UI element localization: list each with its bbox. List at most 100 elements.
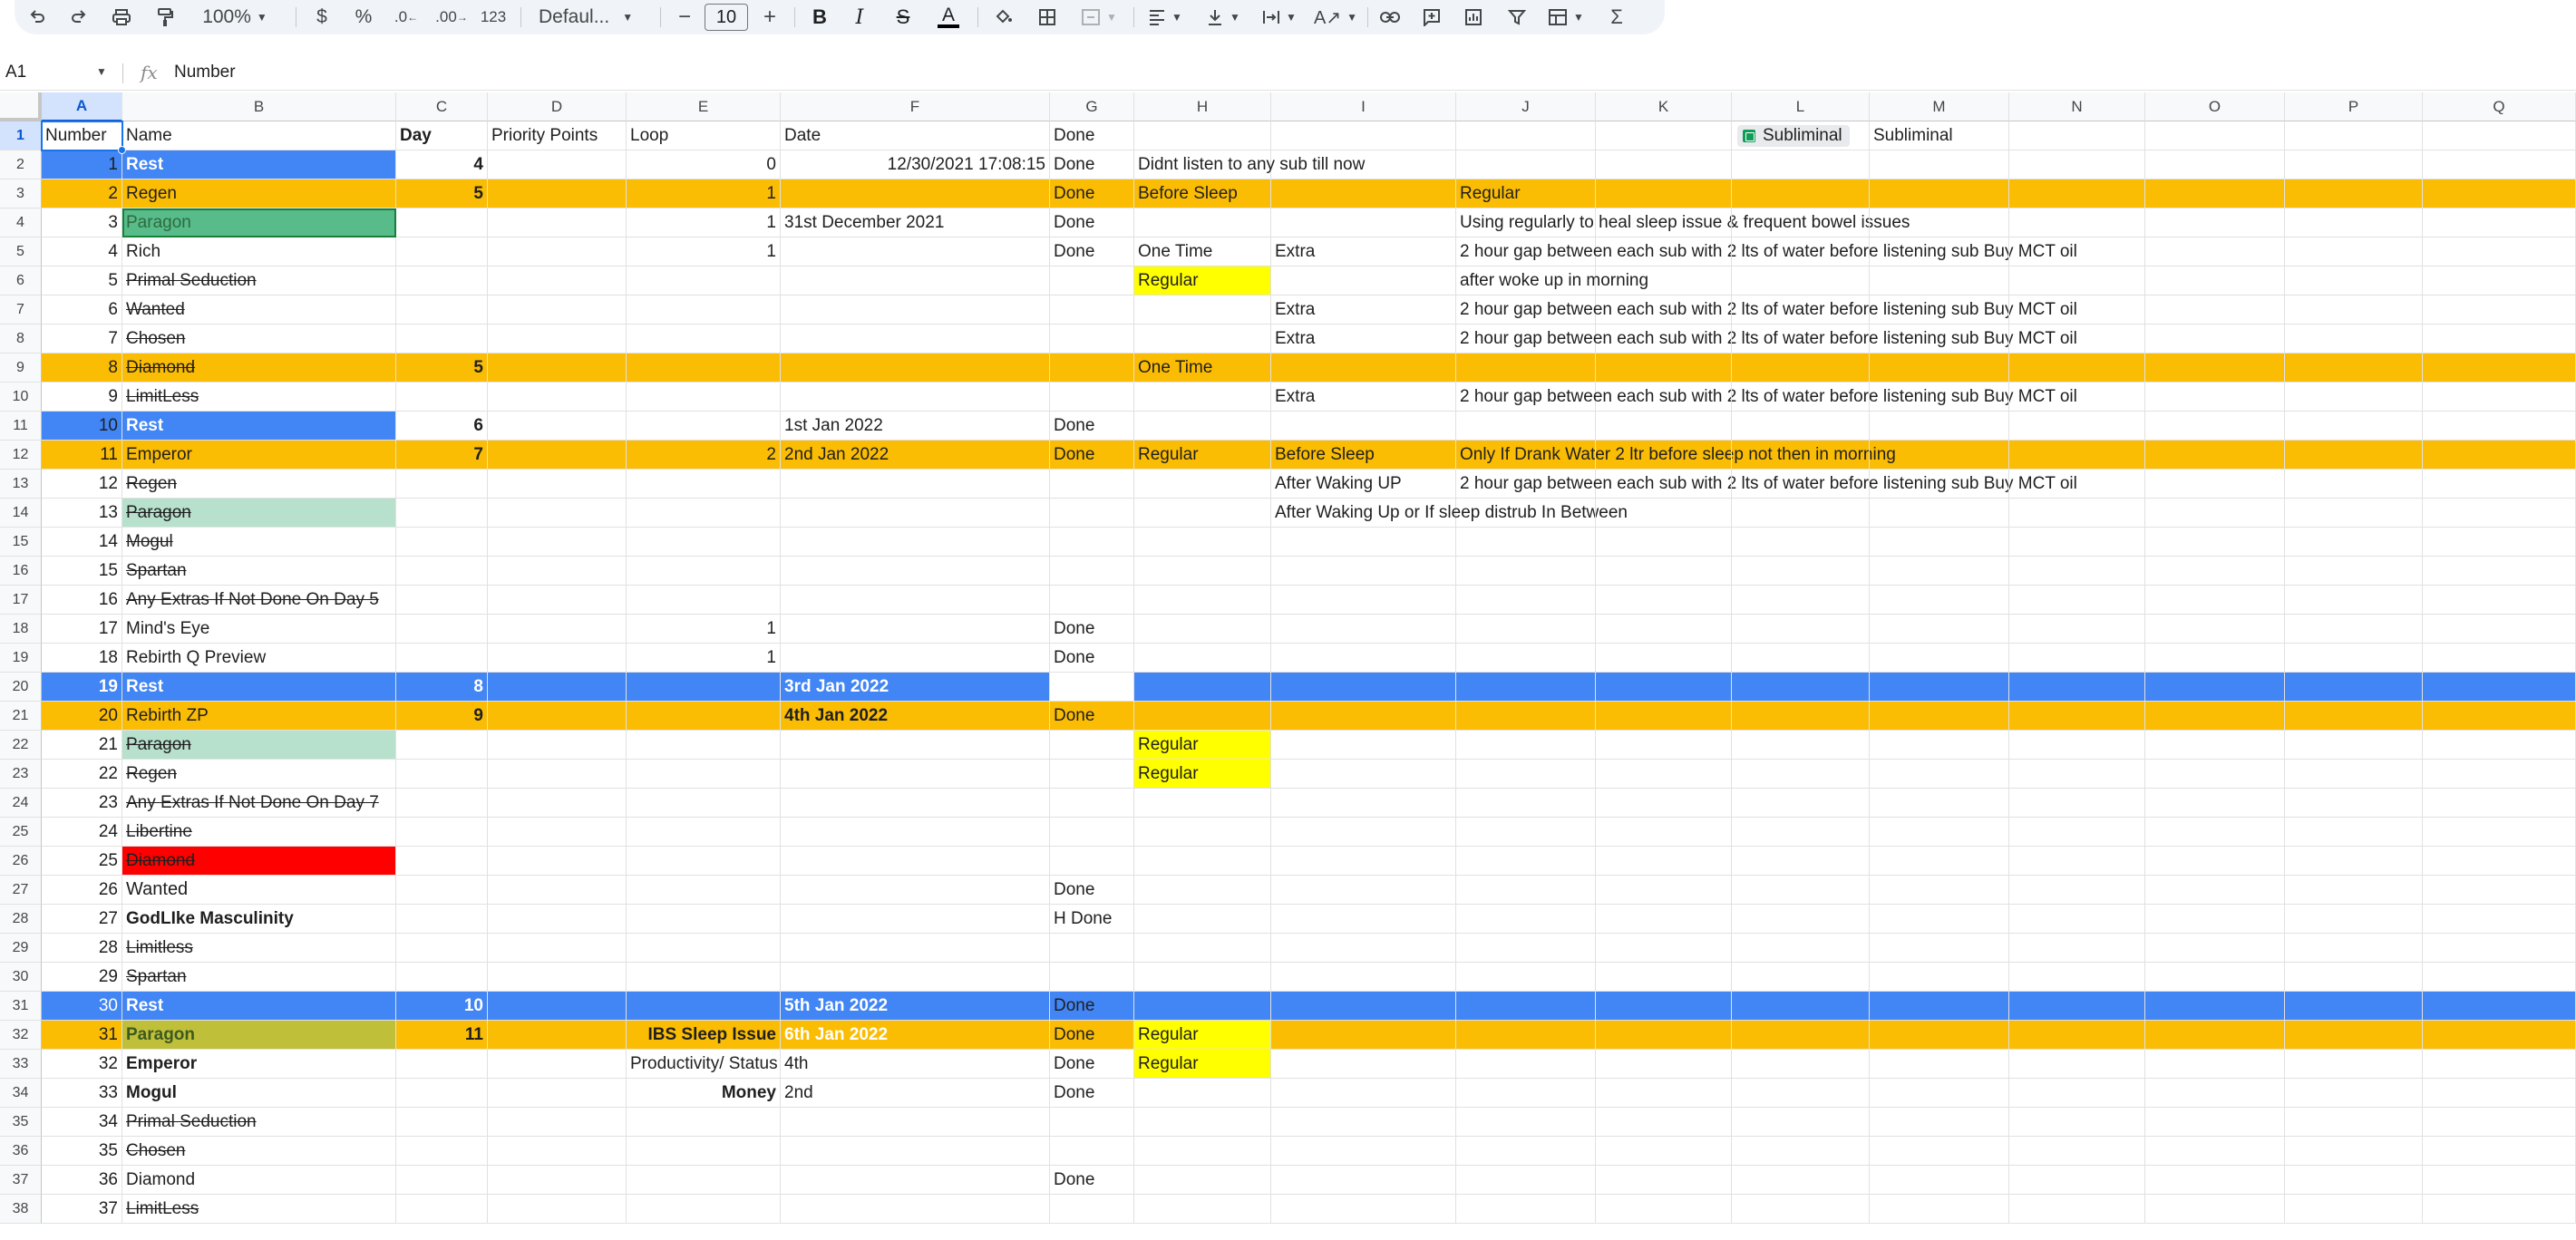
cell-o22[interactable]: [2145, 731, 2285, 760]
cell-m30[interactable]: [1870, 963, 2009, 992]
cell-m38[interactable]: [1870, 1195, 2009, 1224]
cell-h33[interactable]: Regular: [1134, 1050, 1271, 1079]
cell-e19[interactable]: 1: [627, 644, 781, 673]
cell-a37[interactable]: 36: [42, 1166, 122, 1195]
cell-i30[interactable]: [1271, 963, 1456, 992]
cell-l31[interactable]: [1732, 992, 1870, 1021]
cell-n34[interactable]: [2009, 1079, 2145, 1108]
cell-n30[interactable]: [2009, 963, 2145, 992]
cell-p17[interactable]: [2285, 586, 2423, 615]
cell-c38[interactable]: [396, 1195, 488, 1224]
cell-p3[interactable]: [2285, 179, 2423, 208]
cell-c32[interactable]: 11: [396, 1021, 488, 1050]
formula-input[interactable]: Number: [174, 63, 236, 82]
cell-c10[interactable]: [396, 383, 488, 412]
cell-k16[interactable]: [1596, 557, 1732, 586]
cell-n20[interactable]: [2009, 673, 2145, 702]
cell-k12[interactable]: [1596, 441, 1732, 470]
cell-h13[interactable]: [1134, 470, 1271, 499]
cell-g17[interactable]: [1050, 586, 1134, 615]
cell-e36[interactable]: [627, 1137, 781, 1166]
cell-l18[interactable]: [1732, 615, 1870, 644]
cell-e26[interactable]: [627, 847, 781, 876]
cell-b19[interactable]: Rebirth Q Preview: [122, 644, 396, 673]
cell-e32[interactable]: IBS Sleep Issue: [627, 1021, 781, 1050]
cell-m32[interactable]: [1870, 1021, 2009, 1050]
cell-m26[interactable]: [1870, 847, 2009, 876]
cell-i8[interactable]: Extra: [1271, 325, 1456, 354]
cell-q1[interactable]: [2423, 121, 2576, 150]
cell-h34[interactable]: [1134, 1079, 1271, 1108]
cell-n12[interactable]: [2009, 441, 2145, 470]
cell-b7[interactable]: Wanted: [122, 295, 396, 325]
cell-p36[interactable]: [2285, 1137, 2423, 1166]
cell-q20[interactable]: [2423, 673, 2576, 702]
cell-i16[interactable]: [1271, 557, 1456, 586]
cell-a33[interactable]: 32: [42, 1050, 122, 1079]
cell-o12[interactable]: [2145, 441, 2285, 470]
cell-j34[interactable]: [1456, 1079, 1596, 1108]
cell-f29[interactable]: [781, 934, 1050, 963]
table-chip[interactable]: Subliminal: [1737, 124, 1850, 147]
cell-m25[interactable]: [1870, 818, 2009, 847]
cell-j22[interactable]: [1456, 731, 1596, 760]
cell-o32[interactable]: [2145, 1021, 2285, 1050]
cell-k31[interactable]: [1596, 992, 1732, 1021]
cell-o34[interactable]: [2145, 1079, 2285, 1108]
column-header-c[interactable]: C: [396, 92, 488, 121]
cell-c19[interactable]: [396, 644, 488, 673]
cell-j37[interactable]: [1456, 1166, 1596, 1195]
cell-n19[interactable]: [2009, 644, 2145, 673]
cell-a5[interactable]: 4: [42, 237, 122, 266]
cell-f26[interactable]: [781, 847, 1050, 876]
cell-g31[interactable]: Done: [1050, 992, 1134, 1021]
cell-q3[interactable]: [2423, 179, 2576, 208]
cell-h10[interactable]: [1134, 383, 1271, 412]
cell-l8[interactable]: [1732, 325, 1870, 354]
cell-c13[interactable]: [396, 470, 488, 499]
cell-n6[interactable]: [2009, 266, 2145, 295]
cell-i37[interactable]: [1271, 1166, 1456, 1195]
cell-f27[interactable]: [781, 876, 1050, 905]
cell-b4[interactable]: Paragon: [122, 208, 396, 237]
filter-views-button[interactable]: ▼: [1541, 4, 1590, 31]
cell-a19[interactable]: 18: [42, 644, 122, 673]
cell-g9[interactable]: [1050, 354, 1134, 383]
cell-o36[interactable]: [2145, 1137, 2285, 1166]
cell-g18[interactable]: Done: [1050, 615, 1134, 644]
cell-n13[interactable]: [2009, 470, 2145, 499]
cell-a13[interactable]: 12: [42, 470, 122, 499]
cell-l27[interactable]: [1732, 876, 1870, 905]
cell-h1[interactable]: [1134, 121, 1271, 150]
cell-h24[interactable]: [1134, 789, 1271, 818]
row-header[interactable]: 31: [0, 992, 42, 1021]
cell-m15[interactable]: [1870, 528, 2009, 557]
cell-e9[interactable]: [627, 354, 781, 383]
cell-a12[interactable]: 11: [42, 441, 122, 470]
row-header[interactable]: 3: [0, 179, 42, 208]
merge-cells-button[interactable]: ▼: [1077, 4, 1121, 31]
paint-format-button[interactable]: [151, 4, 180, 31]
row-header[interactable]: 17: [0, 586, 42, 615]
cell-h23[interactable]: Regular: [1134, 760, 1271, 789]
cell-j24[interactable]: [1456, 789, 1596, 818]
cell-j26[interactable]: [1456, 847, 1596, 876]
cell-k11[interactable]: [1596, 412, 1732, 441]
cell-j8[interactable]: 2 hour gap between each sub with 2 lts o…: [1456, 325, 2077, 354]
cell-n25[interactable]: [2009, 818, 2145, 847]
cell-k8[interactable]: [1596, 325, 1732, 354]
cell-i10[interactable]: Extra: [1271, 383, 1456, 412]
cell-j3[interactable]: Regular: [1456, 179, 1596, 208]
cell-l38[interactable]: [1732, 1195, 1870, 1224]
row-header[interactable]: 13: [0, 470, 42, 499]
cell-j17[interactable]: [1456, 586, 1596, 615]
cell-m12[interactable]: [1870, 441, 2009, 470]
cell-b17[interactable]: Any Extras If Not Done On Day 5: [122, 586, 396, 615]
cell-b32[interactable]: Paragon: [122, 1021, 396, 1050]
cell-m29[interactable]: [1870, 934, 2009, 963]
cell-c6[interactable]: [396, 266, 488, 295]
chevron-down-icon[interactable]: ▼: [96, 65, 107, 78]
cell-h28[interactable]: [1134, 905, 1271, 934]
cell-i22[interactable]: [1271, 731, 1456, 760]
cell-n1[interactable]: [2009, 121, 2145, 150]
